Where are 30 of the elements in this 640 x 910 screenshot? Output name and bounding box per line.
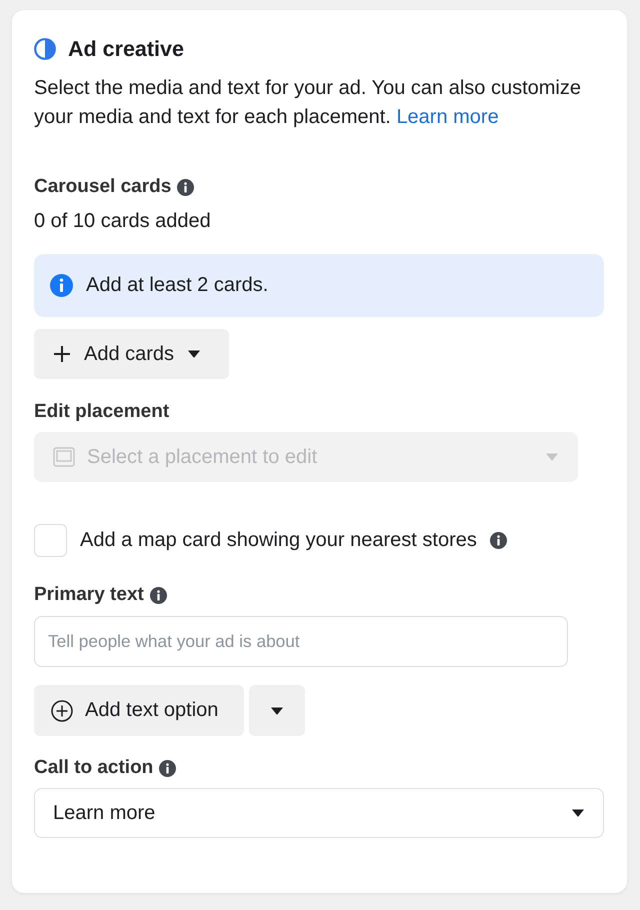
placement-icon (53, 447, 75, 467)
field-label: Edit placement (34, 401, 170, 423)
info-icon[interactable] (490, 532, 507, 549)
field-label: Carousel cards (34, 176, 172, 198)
add-text-option-button[interactable]: Add text option (34, 685, 244, 736)
caret-icon (187, 350, 202, 358)
checkbox[interactable] (34, 524, 67, 557)
description-text: Select the media and text for your ad. You can also customize your media and text for each placement. Learn more (34, 76, 582, 130)
half-circle-icon (34, 38, 56, 60)
plus-circle-icon (51, 700, 73, 722)
cards-count-text: 0 of 10 cards added (34, 210, 212, 232)
info-icon[interactable] (177, 178, 194, 196)
call-to-action-select[interactable]: Learn more (34, 788, 604, 838)
section-title: Ad creative (68, 37, 184, 61)
learn-more-link[interactable]: Learn more (396, 106, 499, 128)
caret-icon (545, 453, 559, 461)
primary-text-input[interactable]: Tell people what your ad is about (34, 616, 568, 667)
info-icon[interactable] (159, 760, 176, 776)
caret-icon (270, 706, 284, 714)
select-value: Learn more (53, 802, 156, 824)
caret-icon (571, 809, 585, 817)
field-label: Call to action (34, 757, 154, 779)
field-label: Primary text (34, 584, 144, 606)
plus-icon (53, 345, 71, 363)
add-cards-button[interactable]: Add cards (34, 329, 229, 379)
checkbox-label: Add a map card showing your nearest stores (80, 529, 477, 552)
info-icon[interactable] (150, 586, 167, 604)
info-icon (50, 274, 73, 297)
select-placeholder: Select a placement to edit (87, 446, 318, 468)
notice-text: Add at least 2 cards. (86, 274, 268, 297)
